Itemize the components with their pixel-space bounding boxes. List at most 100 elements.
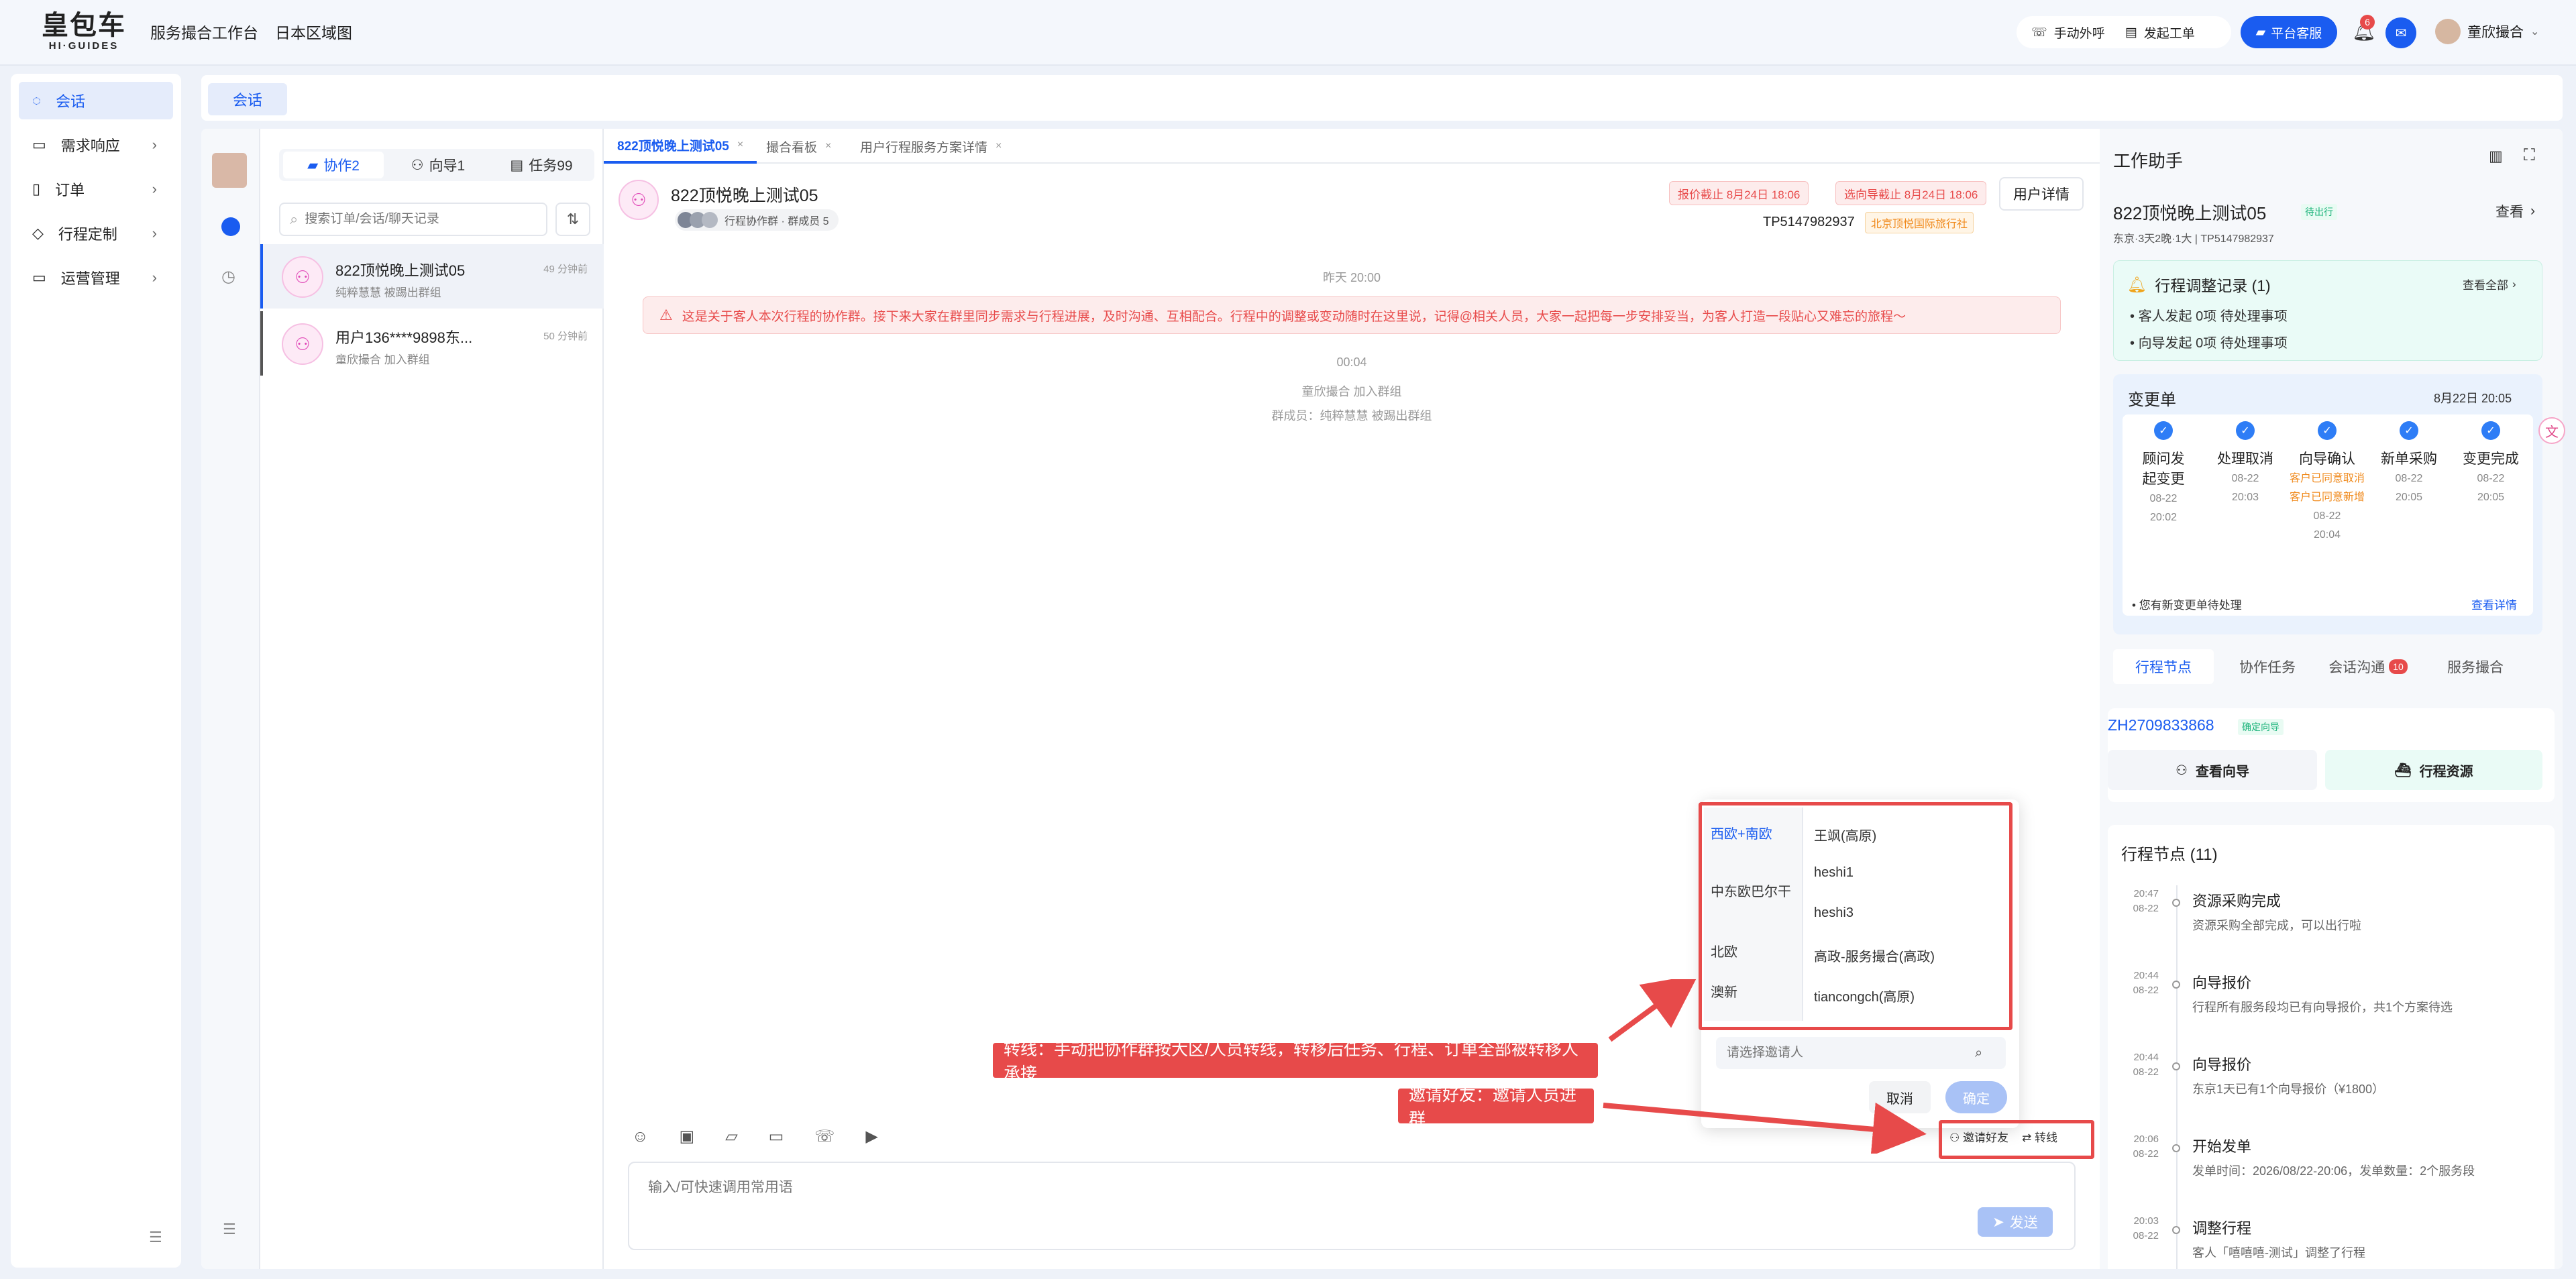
step-time: 08-22 20:05: [2477, 473, 2505, 503]
emoji-icon[interactable]: ☺: [632, 1127, 649, 1146]
change-steps: ✓ 顾问发起变更 08-22 20:02 ✓ 处理取消 08-22 20:03 ✓ 向导确…: [2123, 414, 2533, 616]
tab-service-match[interactable]: 服务撮合: [2428, 649, 2522, 684]
group-avatar: ⚇: [619, 180, 659, 220]
close-icon[interactable]: ×: [825, 140, 831, 152]
check-icon: ✓: [2400, 421, 2418, 440]
phone-icon[interactable]: ☏: [814, 1127, 835, 1146]
username: 童欣撮合: [2467, 25, 2524, 40]
chat-tab-group[interactable]: 822顶悦晚上测试05 ×: [604, 129, 757, 164]
tp-number: TP5147982937: [1763, 215, 1855, 229]
chat-tab-board[interactable]: 撮合看板 ×: [753, 129, 845, 164]
folder-icon[interactable]: ▱: [725, 1127, 737, 1146]
menu-item-session[interactable]: ◌ 会话: [19, 82, 173, 119]
check-icon: ✓: [2236, 421, 2255, 440]
main-body: ◷ ☰ ▰协作2 ⚇ 向导1 ▤ 任务99 ⌕ ⇅ ⚇ 822顶悦晚上测试05 纯粹…: [201, 129, 2563, 1269]
platform-service-button[interactable]: ▰ 平台客服: [2241, 16, 2337, 48]
message-time: 昨天 20:00: [1322, 271, 1381, 284]
step-time: 08-22 20:04: [2313, 510, 2341, 541]
tab-conversation[interactable]: 会话沟通 10: [2321, 649, 2415, 684]
task-icon: ▤: [510, 157, 524, 173]
manual-call-label: 手动外呼: [2053, 26, 2105, 41]
logo[interactable]: 皇包车 HI·GUIDES: [40, 11, 127, 52]
group-icon: ⚇: [282, 256, 323, 298]
menu-label: 运营管理: [60, 270, 120, 287]
tab-session[interactable]: 会话: [208, 83, 287, 115]
nav-japan-region[interactable]: 日本区域图: [275, 20, 352, 43]
view-all-label: 查看全部: [2463, 279, 2508, 292]
page-tabs: [201, 75, 2563, 121]
node-title: 调整行程: [2192, 1220, 2252, 1237]
quick-reply-icon[interactable]: ▭: [769, 1127, 784, 1146]
menu-icon[interactable]: ☰: [223, 1221, 236, 1238]
chevron-right-icon: ›: [152, 225, 157, 241]
view-guide-button[interactable]: ⚇ 查看向导: [2108, 750, 2317, 790]
tab-trip-nodes[interactable]: 行程节点: [2113, 649, 2214, 684]
collapse-menu-icon[interactable]: ☰: [149, 1229, 162, 1246]
menu-item-operation[interactable]: ▭ 运营管理 ›: [19, 259, 173, 296]
seg-guide[interactable]: ⚇ 向导1: [388, 149, 488, 181]
session-search[interactable]: ⌕: [279, 203, 547, 236]
user-icon: ⚇: [2176, 763, 2188, 778]
chat-bubble-icon[interactable]: [221, 217, 240, 236]
adjust-title: 行程调整记录 (1): [2155, 277, 2271, 294]
monitor-icon: ▭: [32, 269, 46, 286]
agent-avatar[interactable]: [212, 153, 247, 188]
manual-call-button[interactable]: ☏ 手动外呼: [2031, 23, 2105, 42]
seg-task[interactable]: ▤ 任务99: [491, 149, 592, 181]
group-meta: 行程协作群 · 群成员 5: [724, 216, 829, 227]
close-icon[interactable]: ×: [737, 139, 743, 151]
seg-cooperate[interactable]: ▰ 协作2: [283, 152, 384, 178]
transfer-annotation: 转线：手动把协作群按大区/人员转线，转移后任务、行程、订单全部被转移人承接: [993, 1040, 1598, 1083]
translate-icon[interactable]: 文: [2538, 417, 2565, 444]
confirm-button[interactable]: 确定: [1945, 1081, 2007, 1113]
zh-number[interactable]: ZH2709833868: [2108, 716, 2214, 734]
check-icon: ✓: [2481, 421, 2500, 440]
menu-item-demand[interactable]: ▭ 需求响应 ›: [19, 126, 173, 164]
fullscreen-icon[interactable]: ⛶: [2524, 146, 2535, 165]
app-icon[interactable]: ✉: [2385, 17, 2416, 48]
video-icon[interactable]: ▶: [865, 1127, 877, 1146]
user-detail-button[interactable]: 用户详情: [1999, 177, 2084, 211]
session-item[interactable]: ⚇ 822顶悦晚上测试05 纯粹慧慧 被踢出群组 49 分钟前: [260, 244, 604, 309]
nav-service-workbench[interactable]: 服务撮合工作台: [150, 20, 258, 43]
message-input[interactable]: [648, 1176, 1990, 1217]
group-members[interactable]: 行程协作群 · 群成员 5: [675, 209, 839, 231]
clock-icon[interactable]: ◷: [221, 267, 235, 286]
session-preview: 纯粹慧慧 被踢出群组: [335, 286, 441, 299]
session-time: 50 分钟前: [543, 331, 588, 342]
nodes-title: 行程节点 (11): [2121, 846, 2218, 864]
sort-icon[interactable]: ⇅: [555, 203, 590, 236]
step-time: 08-22 20:03: [2231, 473, 2259, 503]
left-menu: ◌ 会话 ▭ 需求响应 › ▯ 订单 › ◇ 行程定制 › ▭ 运营管理 › ☰: [11, 74, 181, 1268]
chevron-right-icon: ›: [152, 136, 157, 153]
compass-icon: ◇: [32, 225, 44, 241]
seg-label: 协作2: [323, 158, 360, 174]
user-menu[interactable]: 童欣撮合 ⌄: [2435, 19, 2539, 44]
chat-tab-plan-detail[interactable]: 用户行程服务方案详情 ×: [847, 129, 1015, 164]
send-button[interactable]: ➤ 发送: [1978, 1207, 2053, 1237]
create-ticket-button[interactable]: ▤ 发起工单: [2125, 23, 2195, 42]
menu-label: 行程定制: [58, 226, 117, 243]
adjust-guide-text: 向导发起 0项 待处理事项: [2138, 336, 2288, 351]
menu-item-trip-custom[interactable]: ◇ 行程定制 ›: [19, 215, 173, 252]
session-item[interactable]: ⚇ 用户136****9898东... 童欣撮合 加入群组 50 分钟前: [260, 311, 604, 376]
menu-item-order[interactable]: ▯ 订单 ›: [19, 170, 173, 208]
step-note: 客户已同意取消: [2289, 473, 2365, 484]
view-detail-link[interactable]: 查看详情: [2471, 596, 2517, 612]
image-icon[interactable]: ▣: [680, 1127, 695, 1146]
trip-nodes-card: 行程节点 (11) 20:47 08-22 资源采购完成 资源采购全部完成，可以出…: [2108, 825, 2555, 1269]
view-all-link[interactable]: 查看全部 ›: [2463, 276, 2516, 292]
notice-text: 这是关于客人本次行程的协作群。接下来大家在群里同步需求与行程进展，及时沟通、互相…: [682, 309, 1907, 324]
change-order-card: 变更单 8月22日 20:05 ✓ 顾问发起变更 08-22 20:02 ✓ 处理取消…: [2113, 374, 2542, 634]
trip-resource-button[interactable]: ⛴ 行程资源: [2325, 750, 2542, 790]
session-search-input[interactable]: [305, 212, 533, 227]
tab-coop-task[interactable]: 协作任务: [2220, 649, 2314, 684]
timeline-item: 20:44 08-22 向导报价 行程所有服务段均已有向导报价，共1个方案待选: [2108, 968, 2551, 1049]
message-input-box[interactable]: ➤ 发送: [628, 1162, 2076, 1250]
layout-icon[interactable]: ▥: [2489, 148, 2503, 165]
close-icon[interactable]: ×: [996, 140, 1002, 152]
view-trip-link[interactable]: 查看 ›: [2496, 201, 2535, 221]
user-icon: ⚇: [411, 157, 424, 173]
step-label: 处理取消: [2217, 451, 2273, 467]
send-icon: ➤: [1992, 1214, 2004, 1230]
